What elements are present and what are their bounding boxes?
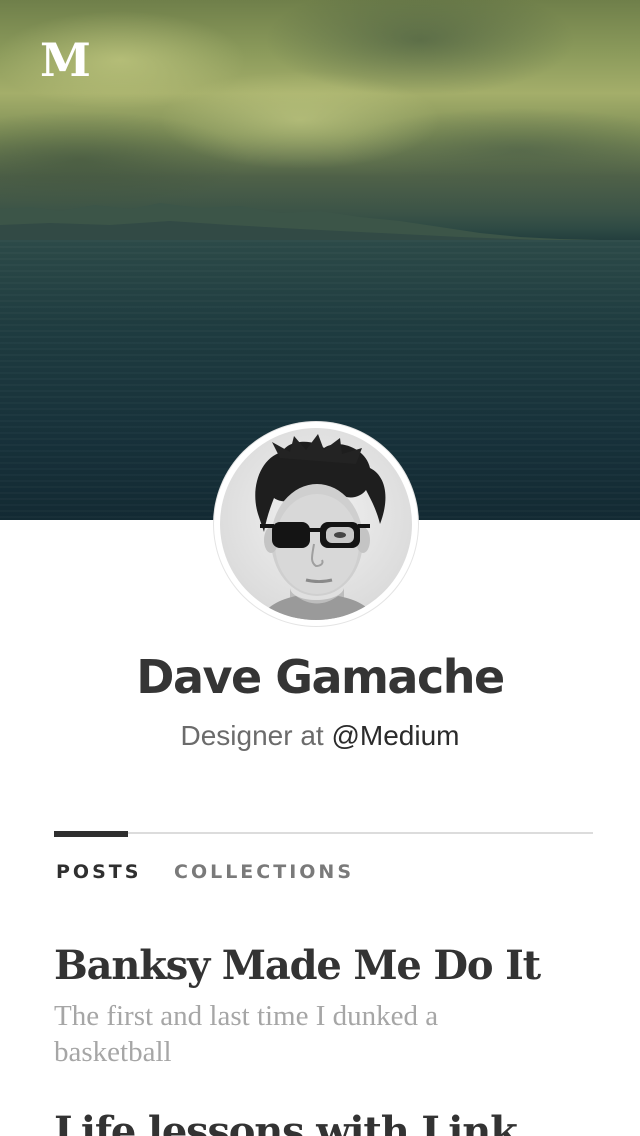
- avatar-portrait: [255, 434, 386, 620]
- post-title[interactable]: Banksy Made Me Do It: [54, 940, 541, 992]
- medium-logo-icon[interactable]: M: [40, 36, 92, 84]
- profile-name: Dave Gamache: [136, 650, 505, 704]
- bio-handle-link[interactable]: @Medium: [331, 720, 459, 751]
- tab-posts[interactable]: POSTS: [56, 858, 141, 886]
- profile-page: M Dave Gamache Designer at @Medium POSTS…: [0, 0, 640, 1136]
- post-title[interactable]: Life lessons with Link: [54, 1106, 518, 1136]
- tab-divider: [54, 832, 593, 834]
- post-subtitle: The first and last time I dunked a baske…: [54, 1000, 439, 1068]
- profile-photo: [220, 428, 412, 620]
- profile-bio: Designer at @Medium: [0, 716, 640, 756]
- avatar[interactable]: [214, 422, 418, 626]
- bio-prefix: Designer at: [180, 720, 324, 751]
- active-tab-indicator: [54, 831, 128, 837]
- tab-collections[interactable]: COLLECTIONS: [174, 858, 354, 886]
